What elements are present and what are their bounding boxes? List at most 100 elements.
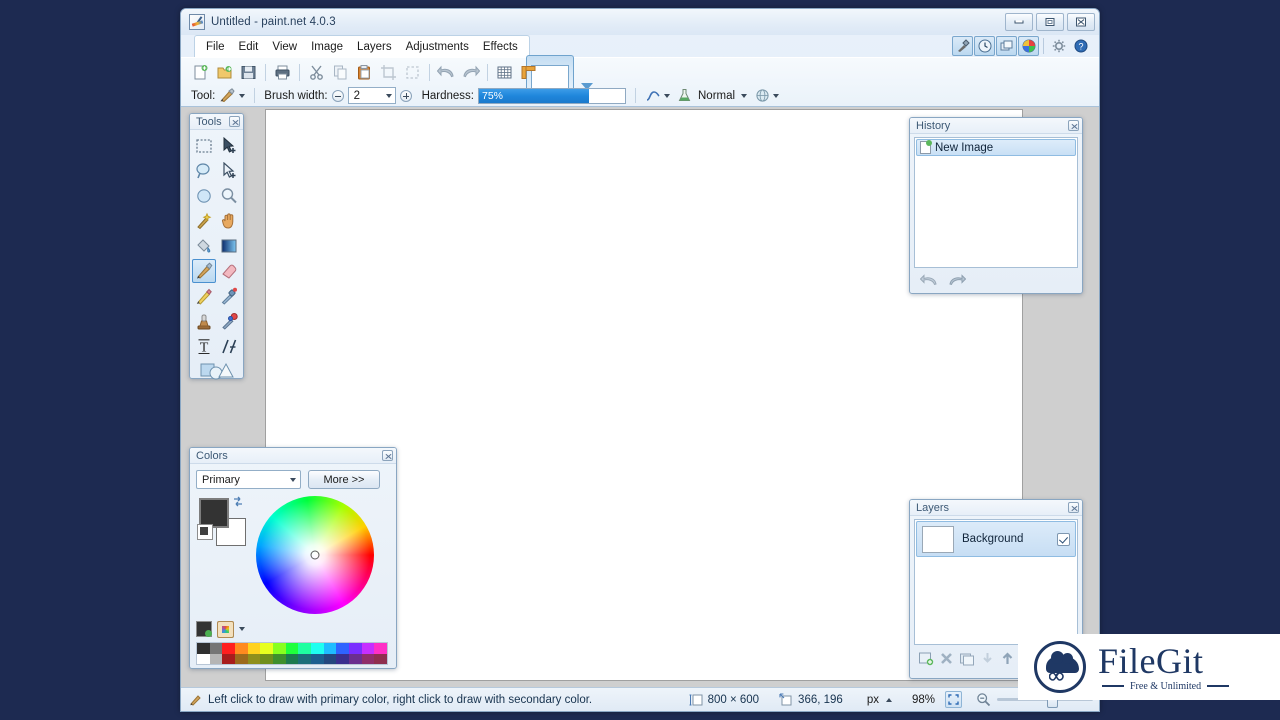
gradient-tool[interactable] [217, 234, 241, 258]
paintbrush-tool[interactable] [192, 259, 216, 283]
palette-swatch[interactable] [311, 643, 324, 654]
undo-button[interactable] [435, 61, 458, 84]
palette-swatch[interactable] [374, 643, 388, 654]
paint-bucket-tool[interactable] [192, 234, 216, 258]
layers-toggle[interactable] [996, 36, 1017, 56]
redo-arrow-icon[interactable] [947, 273, 966, 287]
palette-swatch[interactable] [285, 643, 299, 654]
zoom-out-button[interactable] [976, 692, 991, 707]
palette-swatch[interactable] [311, 653, 324, 664]
palette-swatch[interactable] [222, 643, 236, 654]
color-palette[interactable] [196, 642, 388, 665]
palette-swatch[interactable] [349, 653, 362, 664]
color-wheel-cursor[interactable] [310, 550, 320, 560]
paste-button[interactable] [353, 61, 376, 84]
palette-swatch[interactable] [235, 653, 248, 664]
palette-swatch[interactable] [336, 653, 350, 664]
menu-effects[interactable]: Effects [476, 38, 525, 56]
rulers-button[interactable] [517, 61, 540, 84]
palette-swatch[interactable] [361, 653, 375, 664]
menu-view[interactable]: View [265, 38, 304, 56]
menu-adjustments[interactable]: Adjustments [399, 38, 476, 56]
canvas-area[interactable]: Tools T Colors Primary More >> History N… [181, 107, 1099, 687]
save-button[interactable] [237, 61, 260, 84]
undo-arrow-icon[interactable] [920, 273, 939, 287]
new-button[interactable] [189, 61, 212, 84]
blend-mode-selector[interactable]: Normal [677, 88, 748, 103]
duplicate-layer-icon[interactable] [959, 651, 975, 666]
palette-icon[interactable] [217, 620, 234, 638]
pan-tool[interactable] [217, 209, 241, 233]
brush-width-increase-button[interactable] [399, 89, 412, 102]
delete-layer-icon[interactable] [939, 651, 954, 666]
color-wheel[interactable] [256, 496, 374, 614]
maximize-button[interactable] [1036, 13, 1064, 31]
palette-swatch[interactable] [361, 643, 375, 654]
pencil-tool[interactable] [192, 284, 216, 308]
palette-swatch[interactable] [247, 643, 261, 654]
palette-swatch[interactable] [197, 643, 210, 654]
palette-swatch[interactable] [298, 643, 312, 654]
tool-selector[interactable] [219, 88, 246, 103]
units-label[interactable]: px [867, 694, 879, 706]
palette-swatch[interactable] [209, 653, 223, 664]
add-layer-icon[interactable] [918, 651, 934, 666]
lasso-select-tool[interactable] [192, 159, 216, 183]
menu-image[interactable]: Image [304, 38, 350, 56]
tools-toggle[interactable] [952, 36, 973, 56]
redo-button[interactable] [459, 61, 482, 84]
close-icon[interactable] [1068, 502, 1079, 513]
ellipse-select-tool[interactable] [192, 184, 216, 208]
palette-swatch[interactable] [298, 653, 312, 664]
palette-swatch[interactable] [273, 643, 286, 654]
shapes-tool[interactable] [192, 359, 242, 383]
close-icon[interactable] [229, 116, 240, 127]
print-button[interactable] [271, 61, 294, 84]
brush-width-input[interactable]: 2 [347, 87, 396, 104]
palette-swatch[interactable] [197, 653, 210, 664]
history-item[interactable]: New Image [916, 139, 1076, 156]
hardness-slider[interactable]: 75% [478, 87, 626, 104]
history-list[interactable]: New Image [914, 137, 1078, 268]
swap-colors-icon[interactable] [232, 496, 244, 508]
palette-swatch[interactable] [247, 653, 261, 664]
palette-swatch[interactable] [273, 653, 286, 664]
move-up-icon[interactable] [1000, 651, 1015, 666]
layer-visibility-checkbox[interactable] [1057, 532, 1070, 546]
palette-swatch[interactable] [349, 643, 362, 654]
palette-swatch[interactable] [323, 643, 337, 654]
palette-swatch[interactable] [336, 643, 350, 654]
color-picker-tool[interactable] [217, 284, 241, 308]
colors-toggle[interactable] [1018, 36, 1039, 56]
move-selection-tool[interactable] [217, 159, 241, 183]
zoom-tool[interactable] [217, 184, 241, 208]
move-selected-tool[interactable] [217, 134, 241, 158]
palette-swatch[interactable] [235, 643, 248, 654]
copy-button[interactable] [329, 61, 352, 84]
palette-swatch[interactable] [374, 653, 388, 664]
palette-swatch[interactable] [323, 653, 337, 664]
layers-list[interactable]: Background [914, 519, 1078, 645]
history-toggle[interactable] [974, 36, 995, 56]
close-button[interactable] [1067, 13, 1095, 31]
palette-swatch[interactable] [222, 653, 236, 664]
rectangle-select-tool[interactable] [192, 134, 216, 158]
help-button[interactable]: ? [1070, 36, 1091, 56]
open-button[interactable] [213, 61, 236, 84]
chevron-down-icon[interactable] [385, 93, 392, 98]
close-icon[interactable] [1068, 120, 1079, 131]
text-tool[interactable]: T [192, 334, 216, 358]
antialiasing-selector[interactable] [645, 89, 670, 103]
minimize-button[interactable] [1005, 13, 1033, 31]
crop-to-selection-button[interactable] [377, 61, 400, 84]
close-icon[interactable] [382, 450, 393, 461]
layer-row[interactable]: Background [916, 521, 1076, 557]
palette-swatch[interactable] [285, 653, 299, 664]
fit-to-window-button[interactable] [945, 691, 962, 708]
grid-button[interactable] [493, 61, 516, 84]
settings-button[interactable] [1048, 36, 1069, 56]
menu-edit[interactable]: Edit [232, 38, 266, 56]
clone-stamp-tool[interactable] [192, 309, 216, 333]
palette-swatch[interactable] [209, 643, 223, 654]
add-color-to-palette-button[interactable] [196, 621, 212, 637]
